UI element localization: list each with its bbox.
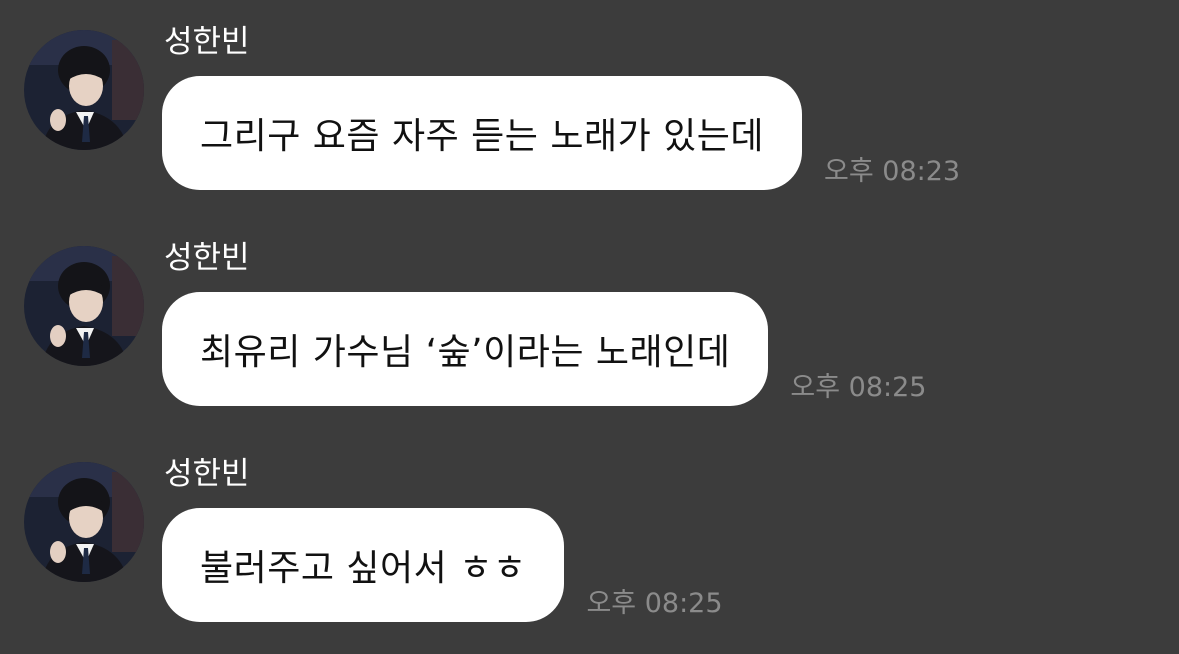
avatar[interactable]	[24, 246, 144, 366]
avatar[interactable]	[24, 30, 144, 150]
message-timestamp: 오후 08:23	[824, 156, 961, 187]
sender-name: 성한빈	[164, 240, 250, 276]
message-group: 성한빈 불러주고 싶어서 ㅎㅎ 오후 08:25	[0, 432, 1179, 632]
message-group: 성한빈 최유리 가수님 ‘숲’이라는 노래인데 오후 08:25	[0, 216, 1179, 416]
message-timestamp: 오후 08:25	[790, 372, 927, 403]
message-bubble[interactable]: 그리구 요즘 자주 듣는 노래가 있는데	[162, 76, 803, 190]
avatar-photo-icon	[24, 30, 144, 150]
avatar-photo-icon	[24, 246, 144, 366]
message-row: 그리구 요즘 자주 듣는 노래가 있는데 오후 08:23	[162, 76, 960, 190]
message-bubble[interactable]: 불러주고 싶어서 ㅎㅎ	[162, 508, 565, 622]
avatar[interactable]	[24, 462, 144, 582]
chat-thread: 성한빈 그리구 요즘 자주 듣는 노래가 있는데 오후 08:23 성한빈 최유…	[0, 0, 1179, 654]
avatar-photo-icon	[24, 462, 144, 582]
message-timestamp: 오후 08:25	[586, 588, 723, 619]
message-row: 불러주고 싶어서 ㅎㅎ 오후 08:25	[162, 508, 723, 622]
message-group: 성한빈 그리구 요즘 자주 듣는 노래가 있는데 오후 08:23	[0, 0, 1179, 200]
sender-name: 성한빈	[164, 456, 250, 492]
message-row: 최유리 가수님 ‘숲’이라는 노래인데 오후 08:25	[162, 292, 926, 406]
sender-name: 성한빈	[164, 24, 250, 60]
message-bubble[interactable]: 최유리 가수님 ‘숲’이라는 노래인데	[162, 292, 769, 406]
